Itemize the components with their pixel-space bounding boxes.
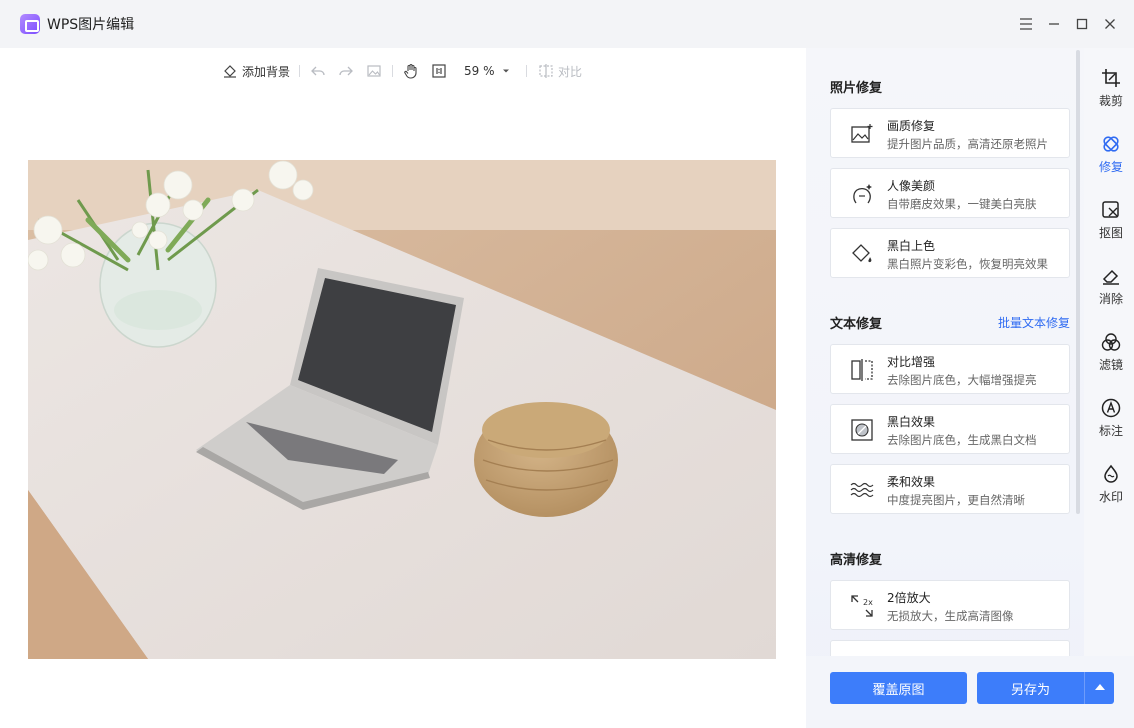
app-title: WPS图片编辑 <box>47 17 135 33</box>
colorize-bucket-icon <box>852 244 872 263</box>
maximize-icon[interactable] <box>1070 12 1094 36</box>
rail-item-annotate[interactable]: 标注 <box>1084 398 1134 450</box>
cutout-icon <box>1102 201 1119 218</box>
toolbar-divider <box>526 65 527 77</box>
card-description: 提升图片品质，高清还原老照片 <box>887 137 1048 151</box>
card-description: 黑白照片变彩色，恢复明亮效果 <box>887 257 1048 271</box>
save-as-button[interactable]: 另存为 <box>977 672 1084 704</box>
compare-button[interactable]: 对比 <box>538 60 582 82</box>
compare-label: 对比 <box>558 64 583 79</box>
undo-icon[interactable] <box>310 60 326 82</box>
card-title: 柔和效果 <box>887 475 936 489</box>
panel-scrollbar[interactable] <box>1076 50 1080 514</box>
rail-label: 修复 <box>1098 160 1123 174</box>
compare-icon <box>539 64 553 78</box>
image-toolbar: 添加背景 59 % 对比 <box>0 60 806 82</box>
minimize-icon[interactable] <box>1042 12 1066 36</box>
card-title: 黑白上色 <box>887 239 936 253</box>
contrast-enhance-icon <box>851 359 873 381</box>
image-enhance-icon <box>851 124 873 143</box>
toolbar-divider <box>299 65 300 77</box>
zoom-select[interactable]: 59 % <box>464 60 511 82</box>
edited-photo[interactable] <box>28 160 776 659</box>
add-background-label: 添加背景 <box>242 64 291 79</box>
card-description: 中度提亮图片，更自然清晰 <box>887 493 1025 507</box>
eraser-icon <box>1102 269 1119 285</box>
crop-icon <box>1102 69 1120 87</box>
repair-bandage-icon <box>1103 136 1119 152</box>
contrast-enhance-card[interactable]: 对比增强 去除图片底色，大幅增强提亮 <box>830 344 1070 394</box>
add-background-button[interactable]: 添加背景 <box>222 60 290 82</box>
image-icon[interactable] <box>366 60 382 82</box>
rail-item-erase[interactable]: 消除 <box>1084 266 1134 318</box>
close-icon[interactable] <box>1098 12 1122 36</box>
hand-pan-icon[interactable] <box>402 60 420 82</box>
canvas-area: 添加背景 59 % 对比 <box>0 48 806 728</box>
card-title: 黑白效果 <box>887 415 936 429</box>
rail-item-watermark[interactable]: 水印 <box>1084 464 1134 516</box>
card-description: 无损放大，生成高清图像 <box>887 609 1014 623</box>
actual-size-icon[interactable] <box>431 60 447 82</box>
rail-label: 消除 <box>1098 292 1123 306</box>
zoom-value: 59 % <box>464 64 495 78</box>
rail-item-cutout[interactable]: 抠图 <box>1084 200 1134 252</box>
tool-rail: 裁剪 修复 抠图 消除 滤镜 标注 水印 <box>1084 48 1134 656</box>
portrait-beauty-icon <box>853 184 872 204</box>
rail-label: 抠图 <box>1098 226 1123 240</box>
action-bar: 覆盖原图 另存为 <box>806 656 1134 728</box>
colorize-card[interactable]: 黑白上色 黑白照片变彩色，恢复明亮效果 <box>830 228 1070 278</box>
soft-wave-icon <box>850 482 874 498</box>
watermark-drop-icon <box>1104 464 1118 483</box>
card-title: 人像美颜 <box>887 179 936 193</box>
rail-item-repair[interactable]: 修复 <box>1084 134 1134 186</box>
black-white-card[interactable]: 黑白效果 去除图片底色，生成黑白文档 <box>830 404 1070 454</box>
card-title: 对比增强 <box>887 355 936 369</box>
hd-repair-title: 高清修复 <box>830 553 883 568</box>
card-description: 自带磨皮效果，一键美白亮肤 <box>887 197 1037 211</box>
rail-item-filter[interactable]: 滤镜 <box>1084 332 1134 384</box>
chevron-down-icon <box>502 69 509 73</box>
repair-panel: 照片修复 画质修复 提升图片品质，高清还原老照片 人像美颜 自带磨皮效果，一键美… <box>806 48 1084 728</box>
photo-repair-title: 照片修复 <box>830 81 883 96</box>
title-bar: WPS图片编辑 <box>0 0 1134 48</box>
upscale-2x-icon: 2x <box>851 595 873 617</box>
card-description: 去除图片底色，大幅增强提亮 <box>887 373 1037 387</box>
rail-item-crop[interactable]: 裁剪 <box>1084 68 1134 120</box>
overwrite-original-button[interactable]: 覆盖原图 <box>830 672 967 704</box>
save-as-dropdown-button[interactable] <box>1084 672 1114 704</box>
svg-text:2x: 2x <box>863 598 873 607</box>
soft-effect-card[interactable]: 柔和效果 中度提亮图片，更自然清晰 <box>830 464 1070 514</box>
paint-bucket-icon <box>224 65 236 78</box>
app-logo-icon <box>20 14 40 34</box>
batch-text-repair-link[interactable]: 批量文本修复 <box>998 314 1070 331</box>
image-quality-repair-card[interactable]: 画质修复 提升图片品质，高清还原老照片 <box>830 108 1070 158</box>
redo-icon[interactable] <box>338 60 354 82</box>
black-white-icon <box>851 419 873 441</box>
upscale-2x-card[interactable]: 2x 2倍放大 无损放大，生成高清图像 <box>830 580 1070 630</box>
rail-label: 滤镜 <box>1098 358 1123 372</box>
card-description: 去除图片底色，生成黑白文档 <box>887 433 1037 447</box>
hamburger-icon[interactable] <box>1014 12 1038 36</box>
card-title: 2倍放大 <box>887 591 931 605</box>
annotate-icon <box>1101 398 1121 418</box>
filter-circles-icon <box>1101 333 1121 351</box>
rail-label: 标注 <box>1098 424 1123 438</box>
card-title: 画质修复 <box>887 119 936 133</box>
text-repair-title: 文本修复 <box>830 317 883 332</box>
portrait-beauty-card[interactable]: 人像美颜 自带磨皮效果，一键美白亮肤 <box>830 168 1070 218</box>
toolbar-divider <box>392 65 393 77</box>
rail-label: 裁剪 <box>1098 94 1123 108</box>
rail-label: 水印 <box>1098 490 1123 504</box>
